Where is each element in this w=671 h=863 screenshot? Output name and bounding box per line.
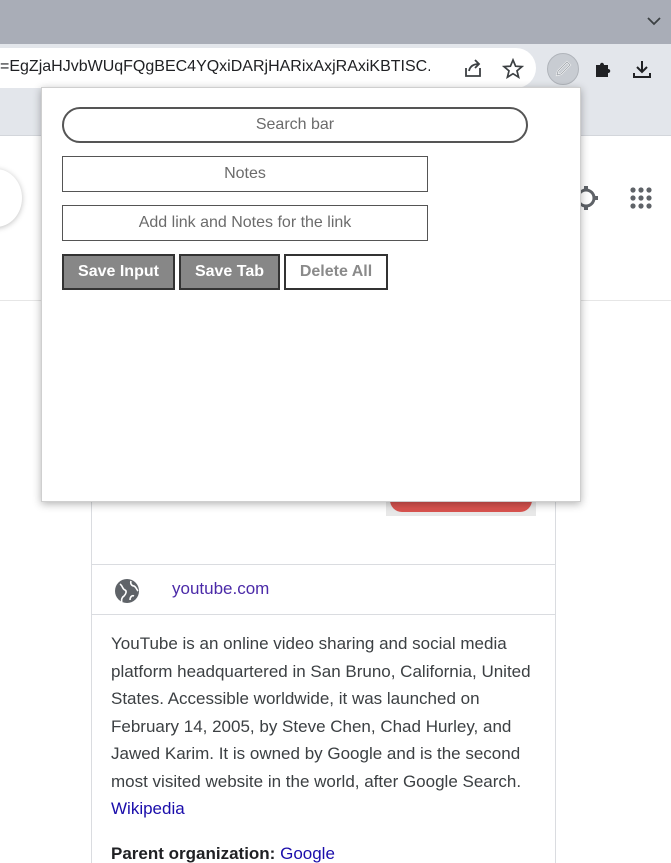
search-box-edge[interactable] [0, 169, 22, 227]
wikipedia-link[interactable]: Wikipedia [111, 799, 185, 818]
puzzle-icon [596, 62, 611, 77]
extensions-button[interactable] [587, 53, 619, 85]
link-notes-input[interactable]: Add link and Notes for the link [62, 205, 428, 241]
share-icon[interactable] [462, 58, 484, 80]
panel-divider [92, 614, 555, 615]
description-text: YouTube is an online video sharing and s… [111, 634, 531, 791]
url-text[interactable]: =EgZjaHJvbWUqFQgBEC4YQxiDARjHARixAxjRAxi… [0, 58, 430, 76]
parent-organization: Parent organization: Google [111, 844, 335, 863]
downloads-button[interactable] [626, 53, 658, 85]
description: YouTube is an online video sharing and s… [111, 630, 541, 823]
star-icon[interactable] [502, 58, 524, 80]
save-input-button[interactable]: Save Input [62, 254, 175, 290]
chevron-down-icon[interactable] [645, 12, 663, 30]
address-bar[interactable]: =EgZjaHJvbWUqFQgBEC4YQxiDARjHARixAxjRAxi… [0, 48, 536, 88]
tab-strip [0, 0, 671, 44]
search-input[interactable]: Search bar [62, 107, 528, 143]
panel-divider [92, 564, 555, 565]
parent-label: Parent organization: [111, 844, 276, 863]
parent-link[interactable]: Google [280, 844, 335, 863]
pencil-extension-button[interactable] [547, 53, 579, 85]
thumbnail-image[interactable] [386, 500, 536, 516]
extension-popup: Search bar Notes Add link and Notes for … [41, 87, 581, 502]
download-icon [633, 61, 651, 78]
globe-icon [115, 579, 139, 603]
save-tab-button[interactable]: Save Tab [179, 254, 280, 290]
pencil-icon [555, 60, 572, 77]
site-link[interactable]: youtube.com [172, 579, 269, 599]
notes-input[interactable]: Notes [62, 156, 428, 192]
delete-all-button[interactable]: Delete All [284, 254, 388, 290]
apps-grid-icon[interactable] [629, 186, 653, 210]
